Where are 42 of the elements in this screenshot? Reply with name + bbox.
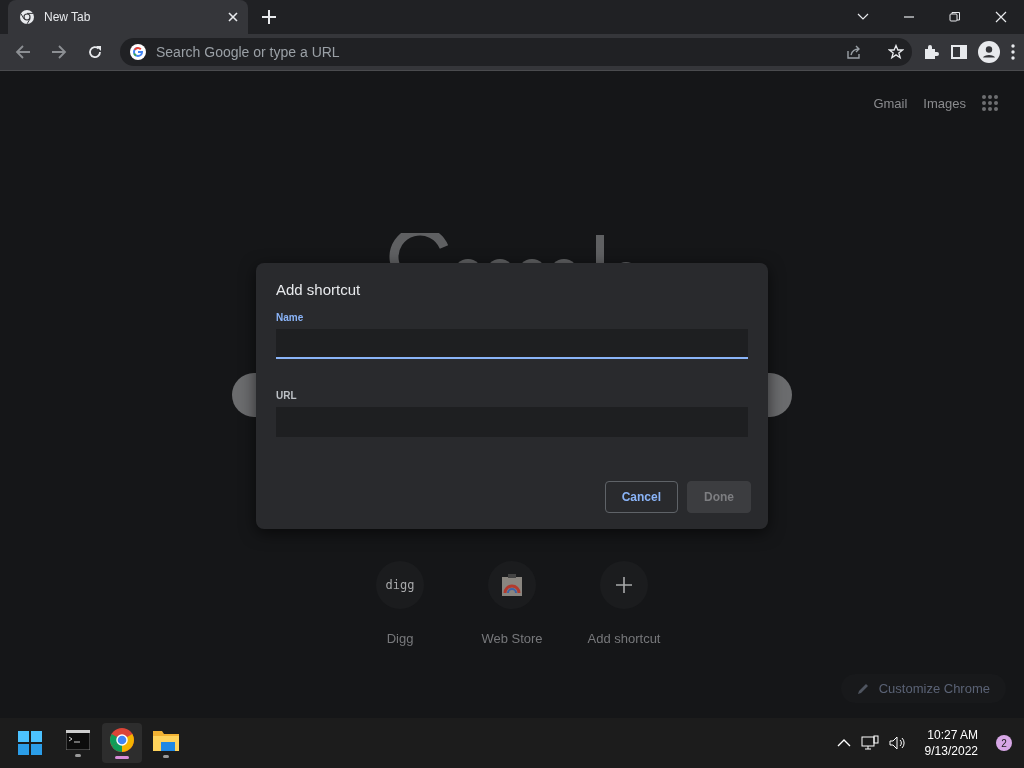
- shortcut-label[interactable]: Web Store: [481, 631, 543, 646]
- profile-icon[interactable]: [978, 41, 1000, 63]
- side-panel-icon[interactable]: [950, 43, 968, 61]
- start-icon[interactable]: [18, 731, 42, 755]
- network-icon[interactable]: [860, 735, 879, 751]
- speaker-icon[interactable]: [888, 735, 907, 751]
- menu-icon[interactable]: [1010, 43, 1016, 61]
- google-logo-icon: [130, 44, 146, 60]
- header-link[interactable]: Gmail: [873, 95, 908, 111]
- shortcut-label[interactable]: Digg: [386, 631, 414, 646]
- reload-icon[interactable]: [87, 44, 103, 60]
- puzzle-icon[interactable]: [922, 43, 940, 61]
- store-bag-icon[interactable]: [501, 573, 523, 597]
- pencil-icon: [856, 682, 869, 695]
- shortcut-icon[interactable]: digg: [376, 561, 424, 609]
- shortcut-label[interactable]: Add shortcut: [587, 631, 661, 646]
- plus-icon[interactable]: [616, 577, 632, 593]
- close-icon[interactable]: [228, 12, 238, 22]
- apps-grid-icon[interactable]: [982, 95, 998, 111]
- star-icon[interactable]: [888, 44, 904, 60]
- header-link[interactable]: Images: [923, 95, 966, 111]
- forward-icon[interactable]: [51, 44, 67, 60]
- dialog-button[interactable]: Cancel: [604, 481, 678, 513]
- input-field[interactable]: [276, 329, 748, 359]
- clock-date[interactable]: 9/13/2022: [924, 743, 978, 759]
- new-tab-icon[interactable]: [262, 10, 276, 24]
- chevron-up-icon[interactable]: [836, 738, 851, 748]
- restore-icon[interactable]: [949, 11, 961, 23]
- folder-icon[interactable]: [153, 728, 179, 751]
- field-label: Name: [276, 312, 305, 323]
- field-label: URL: [276, 390, 298, 401]
- clock-time[interactable]: 10:27 AM: [927, 727, 978, 743]
- close-icon[interactable]: [995, 11, 1007, 23]
- back-icon[interactable]: [15, 44, 31, 60]
- dialog-title: Add shortcut: [276, 281, 362, 298]
- browser-logo-icon[interactable]: [110, 727, 134, 752]
- browser-tab[interactable]: New Tab: [8, 0, 248, 34]
- terminal-icon[interactable]: [66, 729, 90, 750]
- browser-logo-icon: [20, 10, 34, 24]
- address-bar[interactable]: Search Google or type a URL: [120, 38, 912, 66]
- share-icon[interactable]: [846, 44, 862, 60]
- notification-badge[interactable]: 2: [996, 735, 1012, 751]
